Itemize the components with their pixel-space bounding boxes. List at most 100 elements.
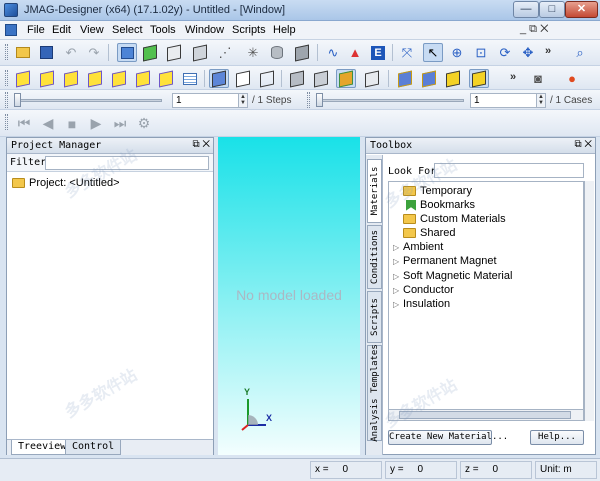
project-manager-panel-buttons[interactable]: ⧉ ✕	[192, 139, 210, 150]
zoom-window-icon[interactable]: ⊡	[471, 43, 491, 62]
cube-view-7-icon[interactable]	[156, 69, 176, 88]
pointer-icon[interactable]: ↖	[423, 43, 443, 62]
menu-select[interactable]: Select	[112, 24, 143, 36]
list-item-conductor[interactable]: ▷ Conductor	[393, 284, 454, 296]
cube-view-1-icon[interactable]	[13, 69, 33, 88]
tree-item-project[interactable]: Project: <Untitled>	[12, 177, 120, 189]
graph-icon[interactable]: ∿	[323, 43, 343, 62]
step-input[interactable]: 1 ▲ ▼	[172, 93, 248, 108]
look-for-input[interactable]	[434, 163, 584, 178]
fit-icon[interactable]: ⤧	[397, 43, 417, 62]
case-slider[interactable]	[316, 99, 464, 102]
model-viewport[interactable]: No model loaded Y X	[218, 137, 360, 455]
menu-view[interactable]: View	[80, 24, 104, 36]
search-icon[interactable]: ⌕	[570, 43, 590, 62]
record-icon[interactable]: ●	[562, 69, 582, 88]
menu-edit[interactable]: Edit	[52, 24, 71, 36]
cylinder-icon[interactable]	[267, 43, 287, 62]
toolbar2-overflow-icon[interactable]: »	[510, 71, 516, 83]
cube-view-5-icon[interactable]	[109, 69, 129, 88]
list-item-temporary[interactable]: Temporary	[403, 185, 472, 197]
box-icon[interactable]	[164, 43, 184, 62]
toolbar-grip[interactable]	[5, 44, 8, 60]
cube-gray-1-icon[interactable]	[287, 69, 307, 88]
filter-input[interactable]	[45, 156, 209, 170]
play-icon[interactable]: ▶	[86, 114, 106, 133]
zoom-in-icon[interactable]: ⊕	[447, 43, 467, 62]
solid-view-icon[interactable]	[117, 43, 137, 62]
tab-scripts[interactable]: Scripts	[367, 291, 382, 343]
list-item-custom-materials[interactable]: Custom Materials	[403, 213, 506, 225]
toolbar-grip[interactable]	[307, 92, 310, 108]
animation-settings-icon[interactable]: ⚙	[134, 114, 154, 133]
toolbar-overflow-icon[interactable]: »	[545, 45, 551, 57]
tab-conditions[interactable]: Conditions	[367, 225, 382, 289]
document-icon[interactable]	[5, 24, 17, 36]
expand-icon[interactable]: ▷	[393, 272, 403, 281]
create-material-button[interactable]: Create New Material...	[388, 430, 508, 445]
camera-icon[interactable]: ◙	[528, 69, 548, 88]
close-button[interactable]: ✕	[565, 1, 598, 18]
cube-blue-icon[interactable]	[209, 69, 229, 88]
cube-blue-2-icon[interactable]	[395, 69, 415, 88]
step-slider-thumb[interactable]	[14, 93, 21, 107]
save-icon[interactable]	[36, 43, 56, 62]
cube-highlight-icon[interactable]	[469, 69, 489, 88]
expand-icon[interactable]: ▷	[393, 286, 403, 295]
box-outline-icon[interactable]	[190, 43, 210, 62]
tab-materials[interactable]: Materials	[367, 159, 382, 223]
cube-outline-icon[interactable]	[362, 69, 382, 88]
cube-gold-icon[interactable]	[419, 69, 439, 88]
list-item-soft-magnetic[interactable]: ▷ Soft Magnetic Material	[393, 270, 512, 282]
table-icon[interactable]	[180, 69, 200, 88]
expand-icon[interactable]: ▷	[393, 243, 403, 252]
case-slider-thumb[interactable]	[316, 93, 323, 107]
list-item-insulation[interactable]: ▷ Insulation	[393, 298, 450, 310]
toolbar-grip[interactable]	[5, 114, 8, 130]
help-button[interactable]: Help...	[530, 430, 584, 445]
case-spinner[interactable]: ▲ ▼	[536, 94, 545, 107]
cube-wire-icon[interactable]	[257, 69, 277, 88]
tab-analysis-templates[interactable]: Analysis Templates	[367, 344, 382, 442]
toolbar-grip[interactable]	[5, 70, 8, 86]
maximize-button[interactable]: □	[539, 1, 565, 18]
cube-view-3-icon[interactable]	[61, 69, 81, 88]
tab-treeview[interactable]: Treeview	[11, 440, 74, 455]
minimize-button[interactable]: —	[513, 1, 539, 18]
cube-white-icon[interactable]	[233, 69, 253, 88]
mesh-icon[interactable]: ⋰	[215, 43, 235, 62]
cube-gray-2-icon[interactable]	[311, 69, 331, 88]
menu-window[interactable]: Window	[185, 24, 224, 36]
cube-view-6-icon[interactable]	[133, 69, 153, 88]
first-frame-icon[interactable]: ⏮	[14, 114, 34, 133]
horizontal-scroll-thumb[interactable]	[399, 411, 571, 419]
expand-icon[interactable]: ▷	[393, 300, 403, 309]
material-list-vertical-scrollbar[interactable]	[584, 181, 594, 421]
spark-icon[interactable]: ✳	[243, 43, 263, 62]
green-cube-icon[interactable]	[140, 43, 160, 62]
list-item-permanent-magnet[interactable]: ▷ Permanent Magnet	[393, 255, 497, 267]
list-item-shared[interactable]: Shared	[403, 227, 455, 239]
toolbox-panel-buttons[interactable]: ⧉ ✕	[574, 139, 592, 150]
undo-icon[interactable]: ↶	[61, 43, 81, 62]
cube-view-4-icon[interactable]	[85, 69, 105, 88]
menu-help[interactable]: Help	[273, 24, 296, 36]
rotate-icon[interactable]: ⟳	[495, 43, 515, 62]
menu-file[interactable]: File	[27, 24, 45, 36]
chart-3d-icon[interactable]: ▲	[345, 43, 365, 62]
mdi-window-controls[interactable]: _ ⧉ ✕	[520, 23, 548, 36]
previous-frame-icon[interactable]: ◀	[38, 114, 58, 133]
step-spinner[interactable]: ▲ ▼	[238, 94, 247, 107]
list-item-bookmarks[interactable]: Bookmarks	[406, 199, 475, 211]
e-icon[interactable]: E	[368, 43, 388, 62]
gray-box-icon[interactable]	[292, 43, 312, 62]
menu-scripts[interactable]: Scripts	[232, 24, 266, 36]
list-item-ambient[interactable]: ▷ Ambient	[393, 241, 443, 253]
open-folder-icon[interactable]	[13, 43, 33, 62]
cube-view-2-icon[interactable]	[37, 69, 57, 88]
toolbar-grip[interactable]	[5, 92, 8, 108]
stop-icon[interactable]: ■	[62, 114, 82, 133]
material-list-horizontal-scrollbar[interactable]	[388, 409, 584, 421]
pan-icon[interactable]: ✥	[518, 43, 538, 62]
cube-layer-icon[interactable]	[336, 69, 356, 88]
